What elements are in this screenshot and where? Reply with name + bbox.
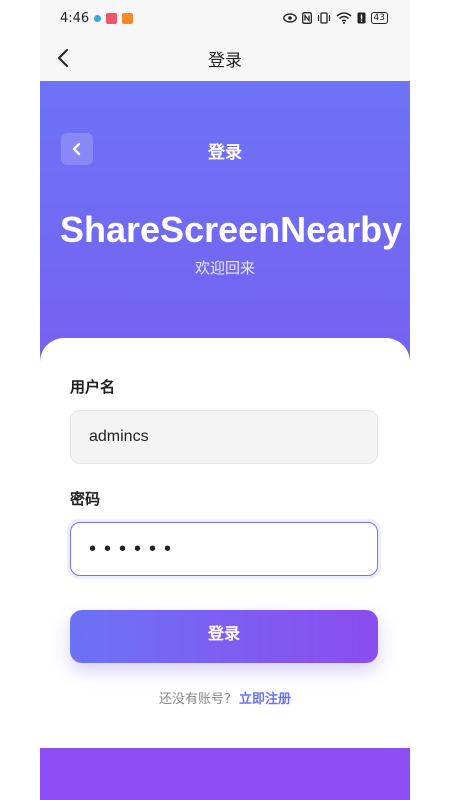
- app-notification-icon: [106, 12, 118, 24]
- notification-dot-icon: [94, 14, 102, 22]
- back-arrow-icon[interactable]: [52, 46, 76, 70]
- vibrate-icon: [317, 12, 330, 24]
- password-label: 密码: [70, 490, 101, 508]
- status-bar: 4:46 43: [40, 0, 410, 36]
- top-nav-bar: 登录: [40, 36, 410, 81]
- nav-title: 登录: [208, 51, 242, 71]
- no-account-text: 还没有账号?: [159, 692, 231, 707]
- status-right: 43: [282, 12, 388, 24]
- register-link[interactable]: 立即注册: [239, 692, 291, 707]
- hero-header: 登录 ShareScreenNearby 欢迎回来: [40, 81, 410, 371]
- login-page: 4:46 43 登录 登录 ShareScreenNearby 欢迎回来 用户名…: [0, 0, 450, 800]
- sim-alert-icon: [357, 12, 366, 24]
- app-name: ShareScreenNearby: [60, 209, 403, 250]
- username-label: 用户名: [70, 378, 116, 396]
- login-card: 用户名 admincs 密码 •••••• 登录 还没有账号? 立即注册: [40, 338, 410, 748]
- bottom-color-bar: [40, 748, 410, 800]
- register-row: 还没有账号? 立即注册: [40, 688, 410, 707]
- password-input[interactable]: ••••••: [70, 522, 378, 576]
- login-button[interactable]: 登录: [70, 610, 378, 663]
- username-input[interactable]: admincs: [70, 410, 378, 464]
- hero-title: 登录: [208, 143, 242, 163]
- battery-indicator: 43: [370, 12, 388, 24]
- app-notification-icon-2: [122, 12, 134, 24]
- nfc-icon: [301, 12, 312, 24]
- eye-icon: [282, 13, 297, 23]
- status-time: 4:46: [60, 10, 90, 26]
- welcome-subtitle: 欢迎回来: [194, 259, 255, 277]
- wifi-icon: [336, 12, 352, 24]
- status-left: 4:46: [60, 10, 134, 26]
